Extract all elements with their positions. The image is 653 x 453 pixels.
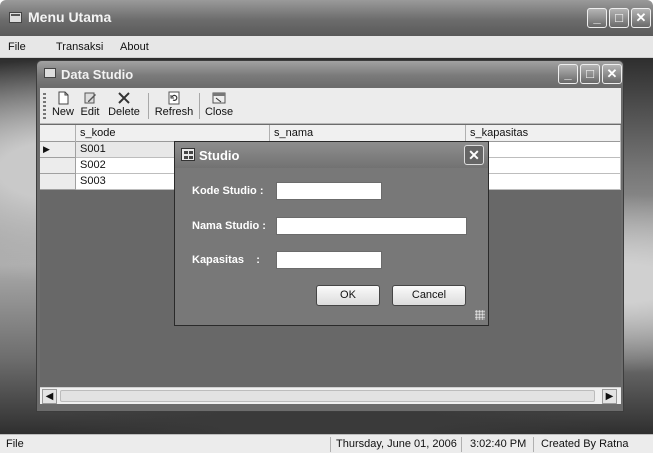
dialog-close-button[interactable]: ✕ [464, 145, 484, 165]
menu-transaksi[interactable]: Transaksi [56, 41, 103, 53]
menu-bar: File Transaksi About [0, 36, 653, 58]
column-header-s_nama[interactable]: s_nama [270, 125, 466, 142]
scroll-left-button[interactable]: ◀ [42, 389, 57, 404]
status-time: 3:02:40 PM [470, 438, 527, 450]
refresh-button[interactable]: Refresh [153, 91, 195, 121]
kode-studio-input[interactable] [276, 182, 382, 200]
toolbar-separator [148, 93, 149, 119]
studio-dialog-title: Studio [199, 148, 240, 163]
new-doc-icon [58, 91, 69, 105]
ok-button[interactable]: OK [316, 285, 380, 306]
edit-label: Edit [80, 106, 100, 118]
cell-s_kapasitas[interactable] [466, 142, 621, 158]
row-header[interactable] [40, 174, 76, 190]
delete-button[interactable]: Delete [104, 91, 144, 121]
refresh-label: Refresh [154, 106, 194, 118]
grid-corner[interactable] [40, 125, 76, 142]
new-button[interactable]: New [50, 91, 76, 121]
kode-studio-label: Kode Studio : [192, 185, 264, 197]
main-titlebar[interactable]: Menu Utama _ □ ✕ [0, 0, 653, 36]
row-header[interactable] [40, 158, 76, 174]
toolbar-grip[interactable] [43, 93, 46, 119]
edit-icon [84, 92, 96, 104]
column-header-s_kode[interactable]: s_kode [76, 125, 270, 142]
scroll-thumb[interactable] [60, 390, 595, 402]
close-form-button[interactable]: Close [204, 91, 234, 121]
data-studio-titlebar[interactable]: Data Studio _ □ ✕ [37, 61, 623, 87]
status-separator [330, 437, 331, 452]
cell-s_kapasitas[interactable] [466, 158, 621, 174]
studio-dialog-titlebar[interactable]: Studio ✕ [175, 142, 488, 168]
form-window-icon[interactable] [44, 68, 56, 78]
status-credit: Created By Ratna [541, 438, 629, 450]
edit-button[interactable]: Edit [78, 91, 102, 121]
resize-grip-icon[interactable] [475, 310, 485, 320]
toolbar: New Edit Delete Refresh Close [40, 88, 621, 124]
close-window-icon [212, 92, 226, 104]
main-window-title: Menu Utama [28, 9, 112, 25]
horizontal-scrollbar[interactable]: ◀ ▶ [40, 387, 621, 404]
scroll-right-button[interactable]: ▶ [602, 389, 617, 404]
status-separator [533, 437, 534, 452]
delete-x-icon [118, 92, 130, 104]
close-button[interactable]: ✕ [631, 8, 651, 28]
cell-s_kapasitas[interactable] [466, 174, 621, 190]
menu-file[interactable]: File [8, 41, 26, 53]
status-date: Thursday, June 01, 2006 [336, 438, 457, 450]
kapasitas-input[interactable] [276, 251, 382, 269]
menu-about[interactable]: About [120, 41, 149, 53]
cancel-button[interactable]: Cancel [392, 285, 466, 306]
app-window-icon[interactable] [9, 12, 22, 23]
child-maximize-button[interactable]: □ [580, 64, 600, 84]
kapasitas-label: Kapasitas : [192, 254, 260, 266]
maximize-button[interactable]: □ [609, 8, 629, 28]
data-studio-title: Data Studio [61, 67, 134, 82]
nama-studio-input[interactable] [276, 217, 467, 235]
child-close-button[interactable]: ✕ [602, 64, 622, 84]
new-label: New [51, 106, 74, 118]
row-header-current[interactable]: ▶ [40, 142, 76, 158]
close-form-label: Close [204, 106, 234, 118]
studio-dialog: Studio ✕ Kode Studio : Nama Studio : Kap… [174, 141, 489, 326]
refresh-icon [168, 91, 180, 105]
status-left-text: File [6, 438, 24, 450]
nama-studio-label: Nama Studio : [192, 220, 266, 232]
minimize-button[interactable]: _ [587, 8, 607, 28]
child-minimize-button[interactable]: _ [558, 64, 578, 84]
grid-header: s_kode s_nama s_kapasitas [40, 125, 621, 142]
toolbar-separator-2 [199, 93, 200, 119]
form-grid-icon[interactable] [181, 148, 195, 161]
status-bar: File Thursday, June 01, 2006 3:02:40 PM … [0, 434, 653, 453]
status-separator [461, 437, 462, 452]
delete-label: Delete [108, 106, 140, 118]
column-header-s_kapasitas[interactable]: s_kapasitas [466, 125, 621, 142]
